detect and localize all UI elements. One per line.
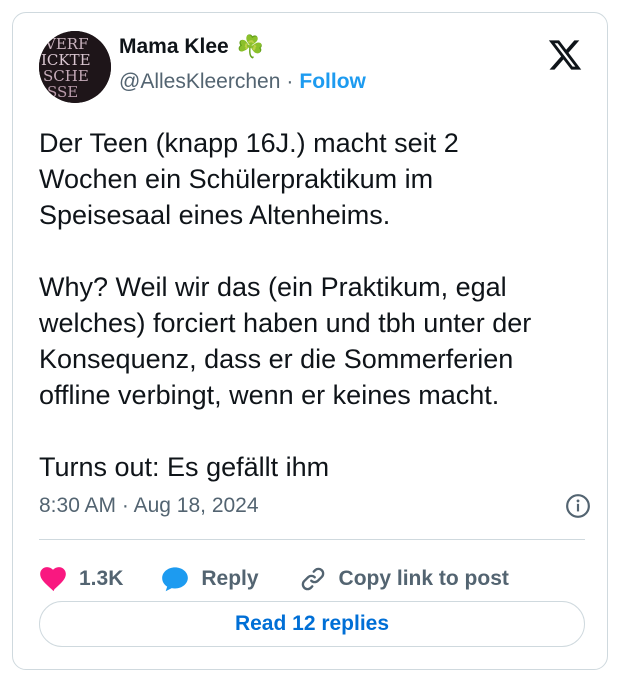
tweet-date: Aug 18, 2024 — [133, 494, 259, 517]
handle-separator: · — [286, 70, 294, 93]
tweet-card: VERF ICKTE SCHE SSE Mama Klee ☘️ @AllesK… — [12, 12, 608, 670]
speech-bubble-icon — [162, 567, 189, 592]
reply-button[interactable]: Reply — [161, 566, 259, 592]
tweet-time: 8:30 AM — [39, 494, 117, 517]
svg-text:SSE: SSE — [47, 83, 78, 101]
x-logo-icon[interactable] — [547, 37, 583, 73]
avatar[interactable]: VERF ICKTE SCHE SSE — [39, 31, 111, 103]
avatar-image: VERF ICKTE SCHE SSE — [39, 31, 111, 103]
copy-link-button[interactable]: Copy link to post — [299, 565, 509, 593]
like-button[interactable]: 1.3K — [39, 566, 123, 592]
tweet-timestamp[interactable]: 8:30 AM · Aug 18, 2024 — [39, 494, 259, 518]
follow-link[interactable]: Follow — [299, 70, 366, 94]
reply-label: Reply — [201, 567, 259, 590]
author-handle-row: @AllesKleerchen · Follow — [119, 70, 366, 94]
link-icon — [301, 567, 324, 591]
meta-separator: · — [121, 494, 129, 517]
heart-icon — [40, 567, 66, 592]
shamrock-emoji: ☘️ — [236, 34, 265, 59]
info-icon[interactable] — [565, 493, 591, 519]
read-replies-button[interactable]: Read 12 replies — [39, 601, 585, 647]
author-display-name[interactable]: Mama Klee — [119, 35, 229, 59]
author-name-row[interactable]: Mama Klee ☘️ — [119, 35, 264, 59]
action-bar: 1.3K Reply Copy link to post — [39, 565, 509, 593]
like-count: 1.3K — [79, 567, 124, 590]
author-handle[interactable]: @AllesKleerchen — [119, 70, 280, 94]
tweet-text: Der Teen (knapp 16J.) macht seit 2 Woche… — [39, 128, 532, 482]
copy-link-label: Copy link to post — [338, 567, 509, 590]
tweet-meta-row: 8:30 AM · Aug 18, 2024 — [39, 493, 591, 519]
divider — [39, 539, 585, 540]
